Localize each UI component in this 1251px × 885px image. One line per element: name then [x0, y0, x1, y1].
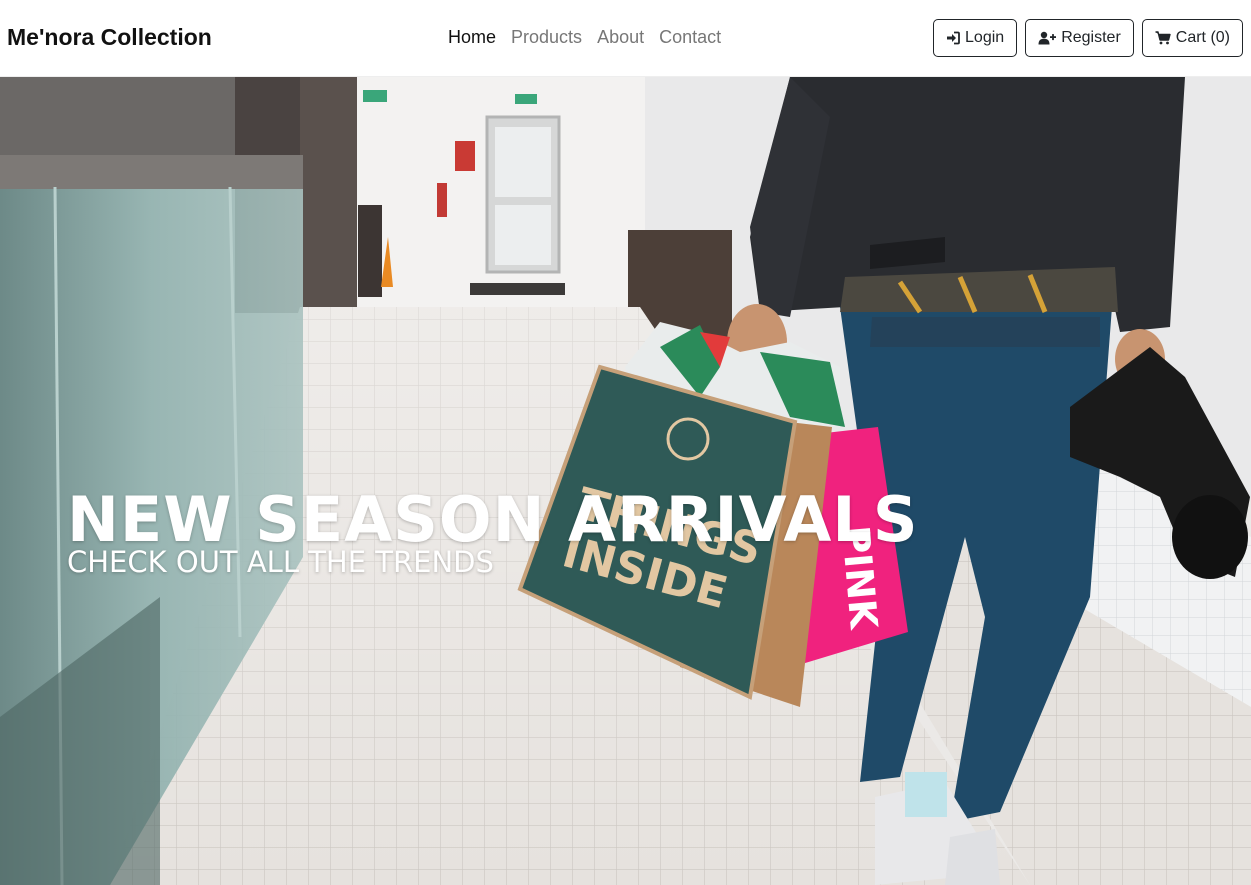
- hero-subtitle: CHECK OUT ALL THE TRENDS: [67, 545, 494, 580]
- cart-icon: [1155, 31, 1171, 45]
- cart-button[interactable]: Cart (0): [1141, 19, 1243, 57]
- register-button[interactable]: Register: [1025, 19, 1134, 57]
- nav-buttons: Login Register Cart (0): [933, 19, 1243, 57]
- register-label: Register: [1061, 29, 1121, 46]
- nav-link-contact[interactable]: Contact: [659, 27, 721, 48]
- cart-label: Cart (0): [1175, 29, 1230, 46]
- nav-link-home[interactable]: Home: [448, 27, 496, 48]
- shopping-bags-hero-image: PINK THINGS INSIDE: [0, 77, 1251, 885]
- brand-logo[interactable]: Me'nora Collection: [7, 24, 212, 51]
- hero-banner: PINK THINGS INSIDE NEW SEASON ARRIVALS C…: [0, 77, 1251, 885]
- login-button[interactable]: Login: [933, 19, 1018, 57]
- login-label: Login: [965, 29, 1005, 46]
- nav-links: Home Products About Contact: [448, 27, 721, 48]
- nav-link-products[interactable]: Products: [511, 27, 582, 48]
- user-plus-icon: [1038, 31, 1057, 45]
- navbar: Me'nora Collection Home Products About C…: [0, 0, 1251, 77]
- nav-link-about[interactable]: About: [597, 27, 644, 48]
- sign-in-icon: [946, 31, 960, 45]
